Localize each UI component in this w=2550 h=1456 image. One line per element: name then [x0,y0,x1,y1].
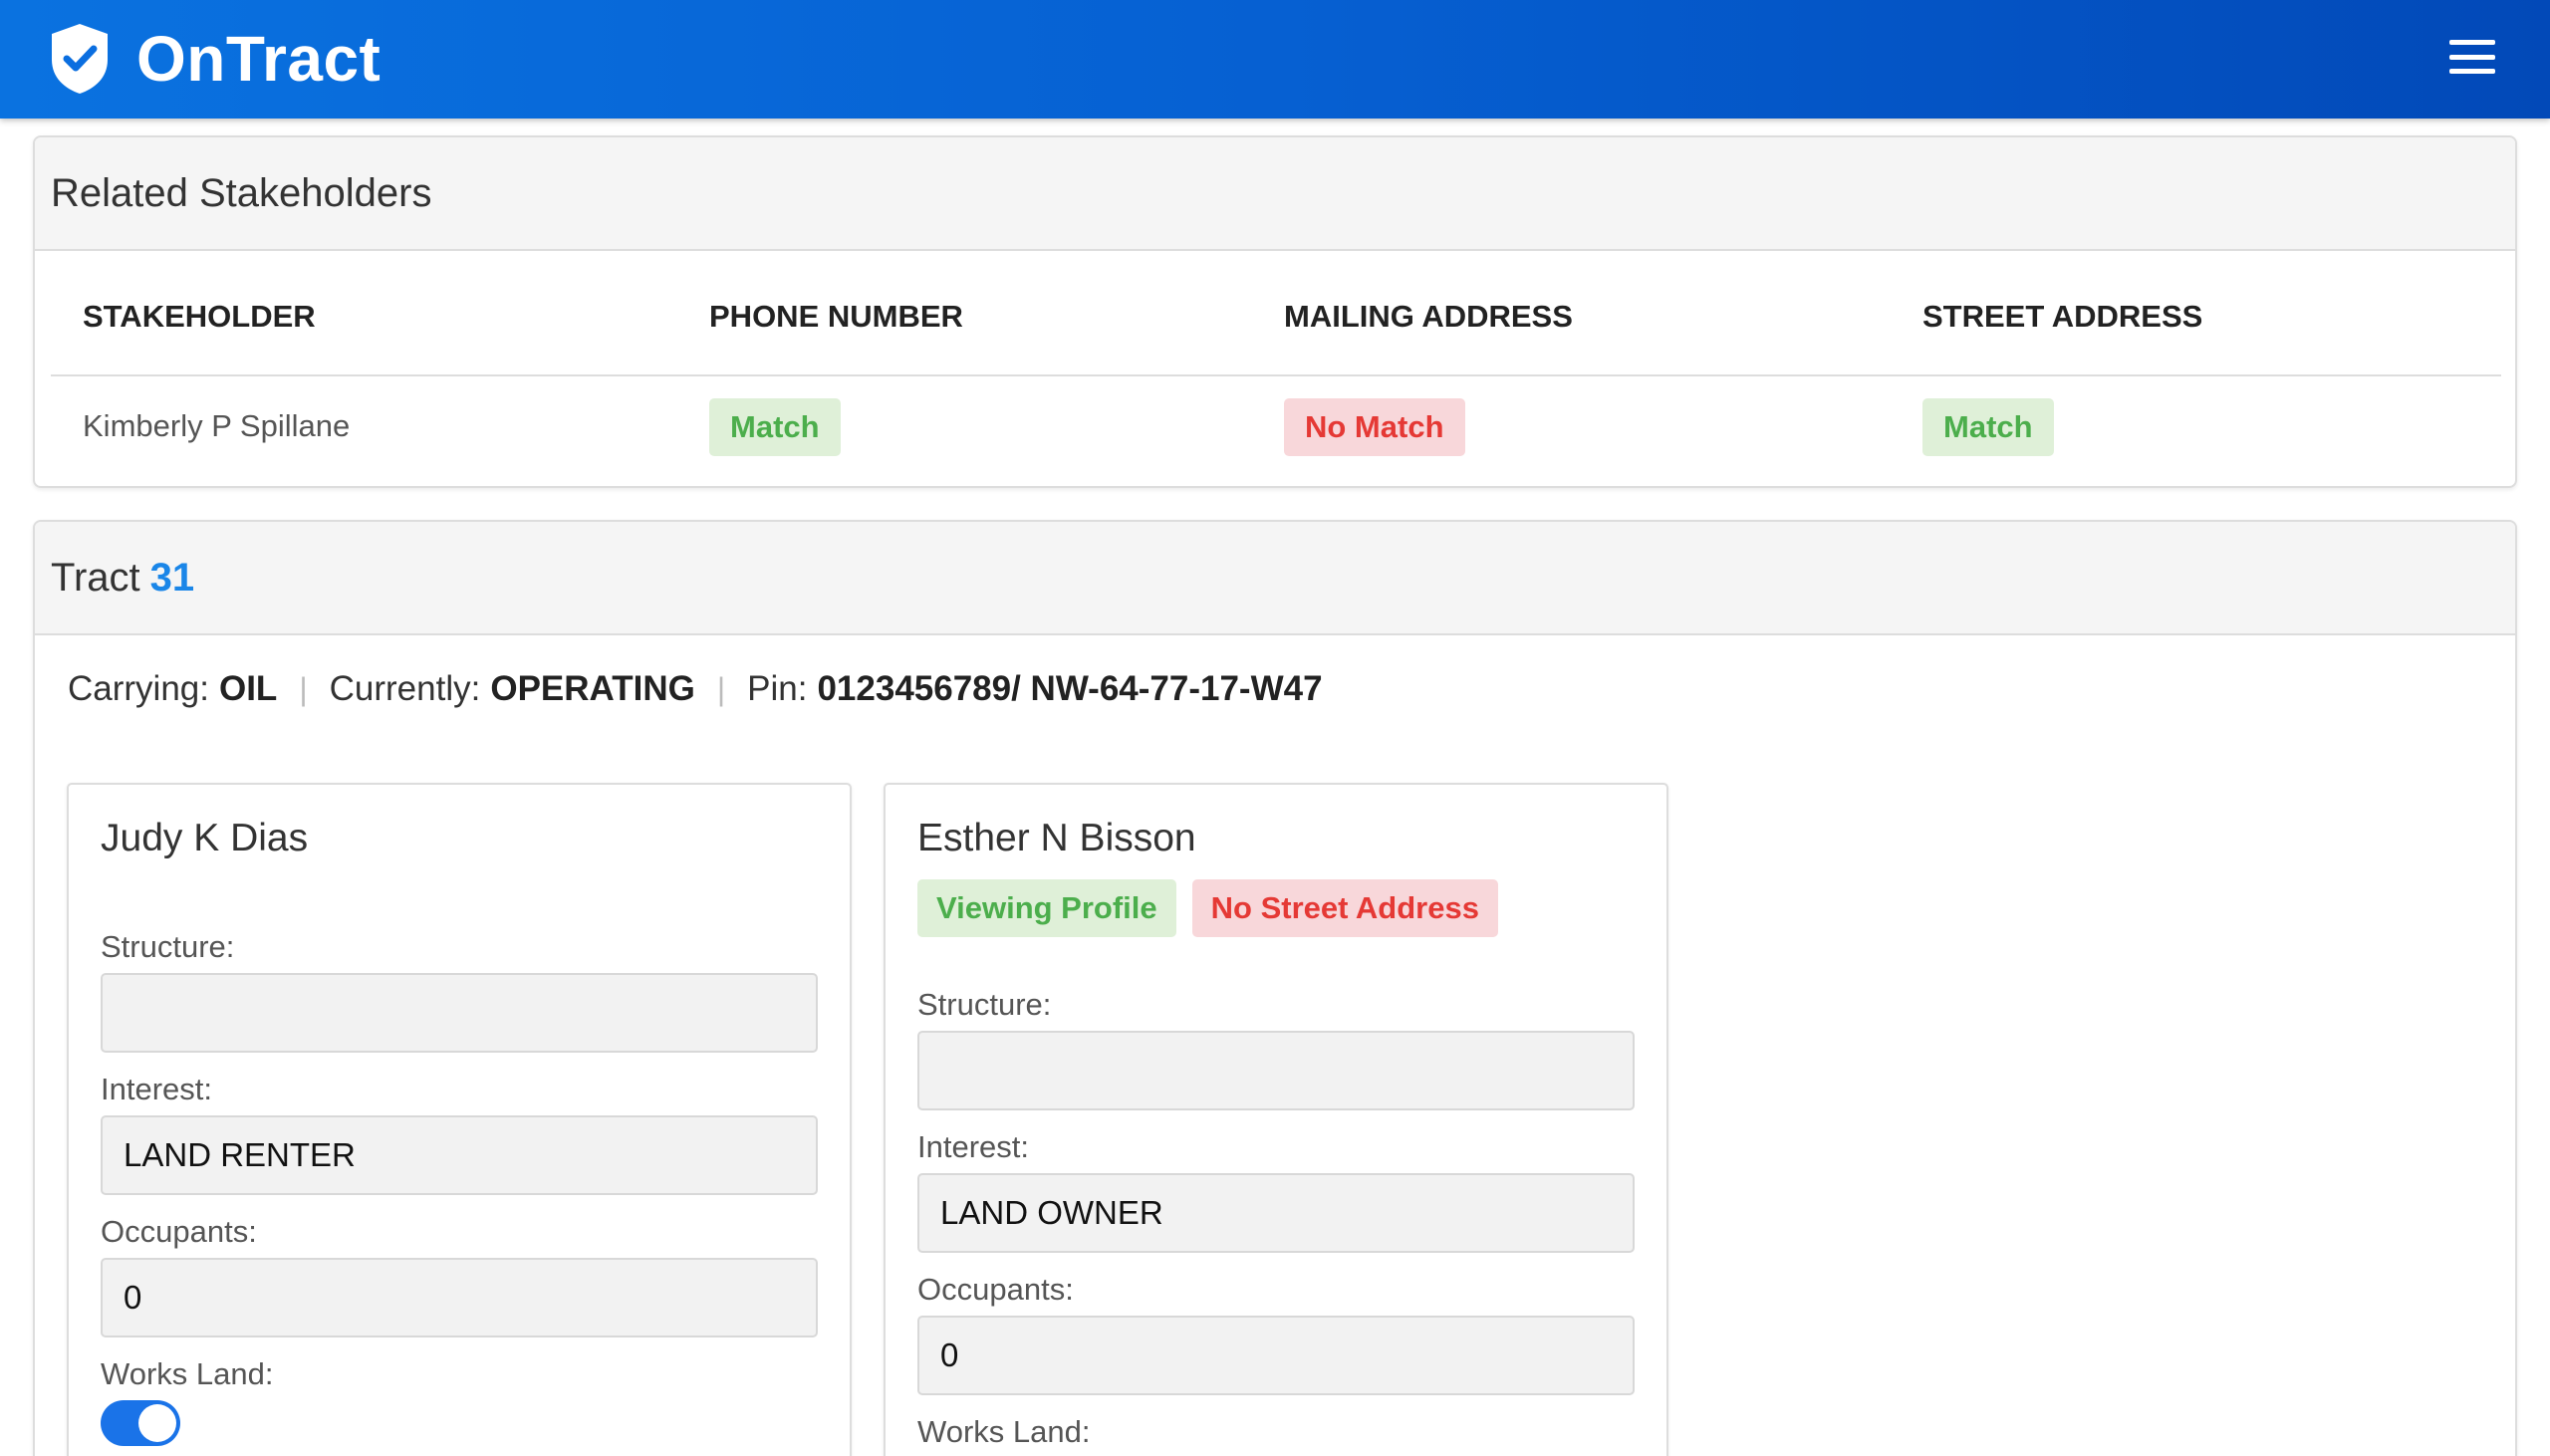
carrying-label: Carrying: [68,669,209,708]
structure-label: Structure: [101,929,235,964]
occupants-label: Occupants: [917,1272,1074,1307]
works-land-label: Works Land: [101,1356,274,1391]
mailing-no-match-badge: No Match [1284,398,1465,456]
pin-value: 0123456789/ NW-64-77-17-W47 [817,669,1323,708]
stakeholders-table: STAKEHOLDER PHONE NUMBER MAILING ADDRESS… [51,253,2501,480]
interest-field[interactable] [917,1173,1635,1253]
works-land-label: Works Land: [917,1414,1091,1449]
phone-match-badge: Match [709,398,841,456]
stakeholder-card-esther: Esther N Bisson Viewing Profile No Stree… [884,783,1668,1456]
interest-field[interactable] [101,1115,818,1195]
occupants-field[interactable] [101,1258,818,1337]
occupants-label: Occupants: [101,1214,257,1249]
tract-title: Tract 31 [35,522,2515,635]
person-name: Judy K Dias [101,817,309,859]
works-land-toggle[interactable] [101,1400,180,1446]
separator: | [299,670,308,707]
interest-label: Interest: [101,1072,212,1106]
toggle-knob [138,1404,176,1442]
hamburger-menu-icon[interactable] [2449,40,2495,74]
separator: | [716,670,726,707]
occupants-field[interactable] [917,1316,1635,1395]
currently-value: OPERATING [490,669,695,708]
interest-label: Interest: [917,1129,1029,1164]
stakeholders-table-header: STAKEHOLDER PHONE NUMBER MAILING ADDRESS… [51,253,2501,376]
tract-number[interactable]: 31 [150,556,195,601]
column-header-phone-number: PHONE NUMBER [709,299,963,334]
related-stakeholders-title: Related Stakeholders [35,137,2515,251]
column-header-mailing-address: MAILING ADDRESS [1284,299,1573,334]
brand[interactable]: OnTract [49,22,381,96]
stakeholder-card-judy: Judy K Dias Structure: Interest: Occupan… [67,783,852,1456]
tract-info: Carrying: OIL | Currently: OPERATING | P… [68,669,1323,709]
no-street-address-badge: No Street Address [1191,879,1498,937]
stakeholder-name[interactable]: Kimberly P Spillane [83,408,350,444]
shield-check-icon [52,24,108,94]
app-header: OnTract [0,0,2550,119]
column-header-stakeholder: STAKEHOLDER [83,299,316,334]
tract-card: Tract 31 Carrying: OIL | Currently: OPER… [33,520,2517,1456]
person-name: Esther N Bisson [917,817,1196,859]
structure-field[interactable] [917,1031,1635,1110]
street-match-badge: Match [1922,398,2054,456]
pin-label: Pin: [747,669,808,708]
tract-label: Tract [51,555,140,600]
structure-field[interactable] [101,973,818,1053]
person-badges: Viewing Profile No Street Address [917,879,1514,937]
app-name: OnTract [136,23,382,95]
structure-label: Structure: [917,987,1052,1022]
currently-label: Currently: [329,669,481,708]
column-header-street-address: STREET ADDRESS [1922,299,2203,334]
viewing-profile-badge: Viewing Profile [917,879,1176,937]
table-row[interactable]: Kimberly P Spillane Match No Match Match [51,376,2501,480]
related-stakeholders-card: Related Stakeholders STAKEHOLDER PHONE N… [33,135,2517,488]
carrying-value: OIL [218,669,278,708]
